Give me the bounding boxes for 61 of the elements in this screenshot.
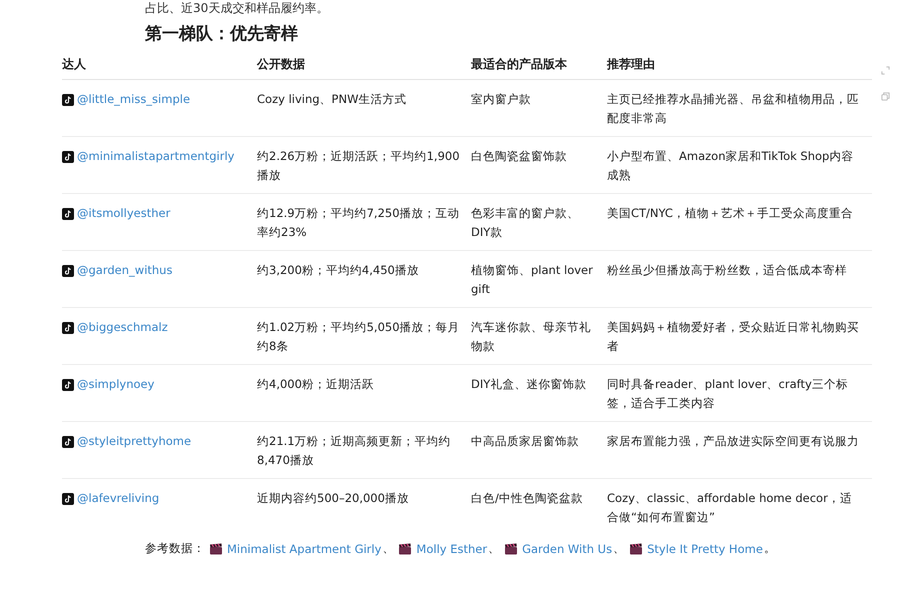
table-cell: 约21.1万粉；近期高频更新；平均约8,470播放 <box>257 422 471 478</box>
table-cell: DIY礼盒、迷你窗饰款 <box>471 364 607 422</box>
table-cell: Cozy、classic、affordable home decor，适合做“如何布置窗边” <box>607 478 872 535</box>
table-cell: 约2.26万粉；近期活跃；平均约1,900播放 <box>257 136 471 194</box>
table-cell: 植物窗饰、plant lover gift <box>471 250 607 308</box>
reference-link[interactable]: Garden With Us <box>504 542 612 556</box>
table-cell: 汽车迷你款、母亲节礼物款 <box>471 308 607 364</box>
creator-link[interactable]: @simplynoey <box>62 375 154 394</box>
separator-text: 、 <box>382 541 394 556</box>
tiktok-icon <box>62 264 74 276</box>
reference-link[interactable]: Style It Pretty Home <box>629 542 763 556</box>
table-cell: Cozy living、PNW生活方式 <box>257 80 471 136</box>
table-cell: 主页已经推荐水晶捕光器、吊盆和植物用品，匹配度非常高 <box>607 80 872 136</box>
tiktok-icon <box>62 492 74 504</box>
tiktok-icon <box>62 378 74 390</box>
column-header: 达人 <box>62 52 257 80</box>
table-cell: 约3,200粉；平均约4,450播放 <box>257 250 471 308</box>
clapperboard-icon <box>504 542 518 554</box>
separator-text: 、 <box>613 541 626 556</box>
table-cell: 白色陶瓷盆窗饰款 <box>471 136 607 194</box>
table-cell: 家居布置能力强，产品放进实际空间更有说服力 <box>607 422 872 478</box>
reference-label: 参考数据： <box>145 541 205 556</box>
clapperboard-icon <box>629 542 644 554</box>
clapperboard-icon <box>209 542 223 554</box>
table-cell: 约1.02万粉；平均约5,050播放；每月约8条 <box>257 308 471 364</box>
tiktok-icon <box>62 94 74 106</box>
expand-icon[interactable] <box>881 66 890 75</box>
intro-text: 占比、近30天成交和样品履约率。 <box>145 0 330 16</box>
creator-link[interactable]: @styleitprettyhome <box>62 432 192 451</box>
separator-text: 、 <box>488 541 500 556</box>
table-cell: 小户型布置、Amazon家居和TikTok Shop内容成熟 <box>607 136 872 194</box>
table-cell: 美国妈妈＋植物爱好者，受众贴近日常礼物购买者 <box>607 308 872 364</box>
creator-link[interactable]: @minimalistapartmentgirly <box>62 147 234 166</box>
separator-text: 。 <box>764 541 776 556</box>
creator-link[interactable]: @garden_withus <box>62 261 172 280</box>
creator-link[interactable]: @itsmollyesther <box>62 204 170 223</box>
table-cell: 粉丝虽少但播放高于粉丝数，适合低成本寄样 <box>607 250 872 308</box>
table-cell: 中高品质家居窗饰款 <box>471 422 607 478</box>
tiktok-icon <box>62 436 74 448</box>
column-header: 最适合的产品版本 <box>471 52 607 80</box>
table-cell: 近期内容约500–20,000播放 <box>257 478 471 535</box>
copy-icon[interactable] <box>881 92 890 101</box>
reference-link[interactable]: Minimalist Apartment Girly <box>209 542 382 556</box>
reference-link[interactable]: Molly Esther <box>398 542 488 556</box>
creator-link[interactable]: @little_miss_simple <box>62 90 190 109</box>
table-cell: 约12.9万粉；平均约7,250播放；互动率约23% <box>257 194 471 250</box>
table-cell: 室内窗户款 <box>471 80 607 136</box>
table-cell: 色彩丰富的窗户款、DIY款 <box>471 194 607 250</box>
column-header: 推荐理由 <box>607 52 872 80</box>
tiktok-icon <box>62 322 74 334</box>
creator-link[interactable]: @lafevreliving <box>62 489 160 508</box>
column-header: 公开数据 <box>257 52 471 80</box>
table-cell: 白色/中性色陶瓷盆款 <box>471 478 607 535</box>
tiktok-icon <box>62 208 74 220</box>
clapperboard-icon <box>398 542 412 554</box>
table-cell: 同时具备reader、plant lover、crafty三个标签，适合手工类内容 <box>607 364 872 422</box>
table-cell: 约4,000粉；近期活跃 <box>257 364 471 422</box>
tiktok-icon <box>62 150 74 162</box>
creator-link[interactable]: @biggeschmalz <box>62 318 168 337</box>
section-heading: 第一梯队：优先寄样 <box>145 23 299 46</box>
table-cell: 美国CT/NYC，植物＋艺术＋手工受众高度重合 <box>607 194 872 250</box>
